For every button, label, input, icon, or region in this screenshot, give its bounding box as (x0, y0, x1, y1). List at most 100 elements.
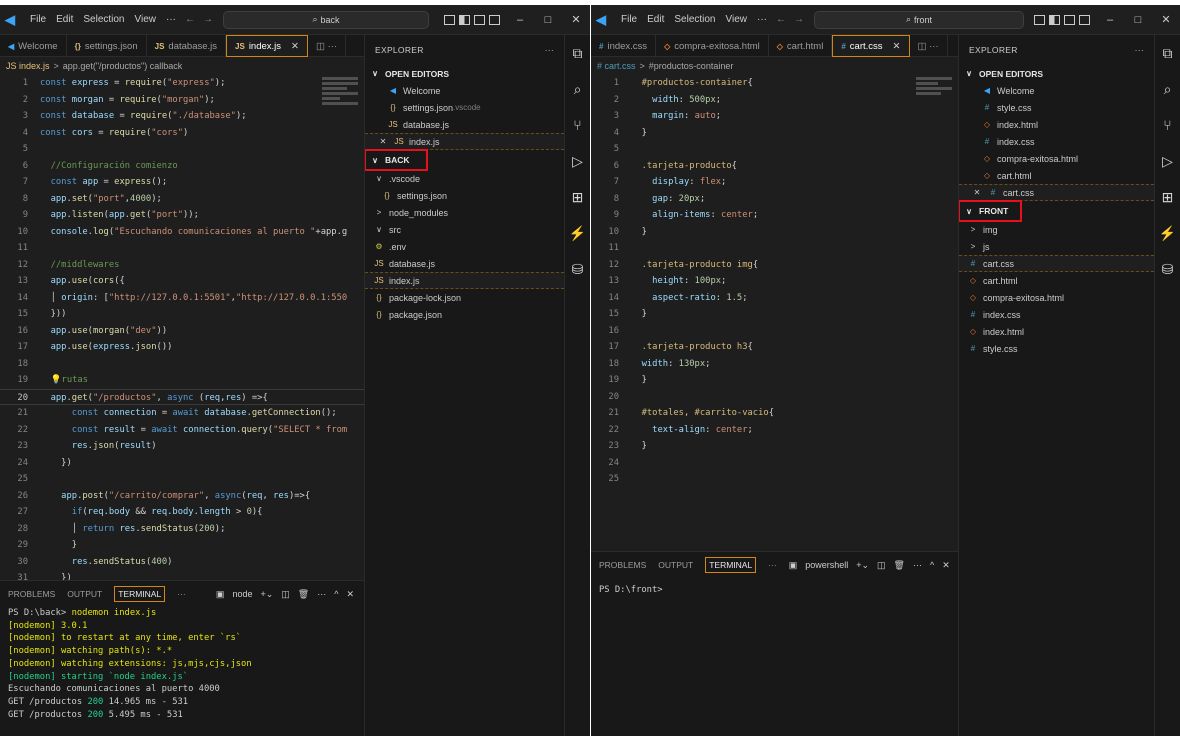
split-terminal-icon[interactable]: ◫ (281, 589, 290, 600)
maximize-panel-icon[interactable]: ^ (334, 589, 338, 599)
lightning-icon[interactable]: ⚡ (1155, 215, 1180, 251)
maximize-panel-icon[interactable]: ^ (930, 560, 934, 570)
tab-terminal[interactable]: TERMINAL (114, 586, 166, 602)
breadcrumb-file[interactable]: JS index.js (6, 61, 50, 71)
terminal-shell-name[interactable]: node (232, 589, 252, 599)
maximize-icon[interactable]: □ (1124, 14, 1152, 26)
maximize-icon[interactable]: □ (534, 14, 562, 26)
extensions-icon[interactable]: ⊞ (565, 179, 590, 215)
trash-icon[interactable]: 🗑 (894, 560, 905, 571)
close-panel-icon[interactable]: ✕ (942, 560, 950, 571)
menu-selection[interactable]: Selection (669, 14, 720, 25)
close-icon[interactable]: ✕ (1152, 13, 1180, 26)
toggle-sidebar-icon[interactable] (1034, 14, 1045, 25)
minimap[interactable] (322, 75, 358, 115)
open-editor-item[interactable]: ◇ cart.html (959, 167, 1154, 184)
toggle-panel-icon[interactable] (459, 14, 470, 25)
tree-item[interactable]: > js (959, 238, 1154, 255)
source-control-icon[interactable]: ⑂ (1155, 107, 1180, 143)
panel-more[interactable]: ··· (768, 560, 777, 570)
tree-item[interactable]: {} settings.json (365, 187, 564, 204)
back-arrow-icon[interactable]: ← (772, 14, 790, 25)
tree-item[interactable]: ∨ .vscode (365, 170, 564, 187)
close-tab-icon[interactable]: ✕ (893, 41, 901, 52)
layout-controls[interactable] (1034, 14, 1090, 25)
more-icon[interactable]: ··· (317, 589, 326, 599)
editor-tab[interactable]: # index.css (591, 35, 657, 57)
customize-layout-icon[interactable] (1079, 14, 1090, 25)
tab-output[interactable]: OUTPUT (658, 560, 693, 570)
menu-edit[interactable]: Edit (51, 14, 78, 25)
menu-view[interactable]: View (130, 14, 162, 25)
open-editor-item[interactable]: # index.css (959, 133, 1154, 150)
tree-item[interactable]: ⚙ .env (365, 238, 564, 255)
search-icon[interactable]: ⌕ (565, 71, 590, 107)
tree-item[interactable]: {} package.json (365, 306, 564, 323)
new-terminal-icon[interactable]: +⌄ (856, 560, 869, 571)
close-icon[interactable]: ✕ (562, 13, 590, 26)
extensions-icon[interactable]: ⊞ (1155, 179, 1180, 215)
menu-file[interactable]: File (25, 14, 51, 25)
open-editor-item[interactable]: # style.css (959, 99, 1154, 116)
panel-more[interactable]: ··· (177, 589, 186, 599)
tree-item[interactable]: # cart.css (959, 255, 1154, 272)
terminal-output[interactable]: PS D:\back> nodemon index.js [nodemon] 3.… (0, 607, 364, 721)
breadcrumb-file[interactable]: # cart.css (597, 61, 636, 71)
tab-problems[interactable]: PROBLEMS (599, 560, 646, 570)
menu-more[interactable]: ··· (161, 14, 181, 25)
minimize-icon[interactable]: – (1096, 14, 1124, 26)
menu-file[interactable]: File (616, 14, 642, 25)
terminal-shell-name[interactable]: powershell (805, 560, 848, 570)
breadcrumb-symbol[interactable]: #productos-container (649, 61, 734, 71)
new-terminal-icon[interactable]: +⌄ (260, 589, 273, 600)
code-editor[interactable]: 1 const express = require("express"); 2 con… (0, 75, 364, 580)
files-icon[interactable]: ⧉ (565, 35, 590, 71)
files-icon[interactable]: ⧉ (1155, 35, 1180, 71)
code-editor[interactable]: 1 #productos-container{2 width: 500px; 3 … (591, 75, 958, 488)
menu-selection[interactable]: Selection (78, 14, 129, 25)
tree-item[interactable]: ∨ src (365, 221, 564, 238)
explorer-more[interactable]: ··· (545, 45, 554, 55)
menu-view[interactable]: View (721, 14, 753, 25)
open-editor-item[interactable]: ◀ Welcome (365, 82, 564, 99)
explorer-more[interactable]: ··· (1135, 45, 1144, 55)
breadcrumb-symbol[interactable]: app.get("/productos") callback (63, 61, 182, 71)
search-icon[interactable]: ⌕ (1155, 71, 1180, 107)
split-terminal-icon[interactable]: ◫ (877, 560, 886, 571)
source-control-icon[interactable]: ⑂ (565, 107, 590, 143)
database-icon[interactable]: ⛁ (1155, 251, 1180, 287)
back-arrow-icon[interactable]: ← (181, 14, 199, 25)
tab-problems[interactable]: PROBLEMS (8, 589, 55, 599)
command-search-input[interactable]: ⌕ back (223, 10, 429, 29)
open-editor-item[interactable]: ◀ Welcome (959, 82, 1154, 99)
toggle-panel-icon[interactable] (1049, 14, 1060, 25)
run-debug-icon[interactable]: ▷ (1155, 143, 1180, 179)
open-editor-item[interactable]: ✕ JS index.js (365, 133, 564, 150)
close-icon[interactable]: ✕ (377, 137, 389, 146)
lightning-icon[interactable]: ⚡ (565, 215, 590, 251)
editor-tab[interactable]: # cart.css ✕ (832, 35, 910, 57)
tree-item[interactable]: # style.css (959, 340, 1154, 357)
tree-item[interactable]: JS index.js (365, 272, 564, 289)
toggle-secondary-icon[interactable] (474, 14, 485, 25)
close-icon[interactable]: ✕ (971, 188, 983, 197)
editor-tab[interactable]: ◀ Welcome (0, 35, 67, 57)
open-editor-item[interactable]: ◇ compra-exitosa.html (959, 150, 1154, 167)
split-editor-icon[interactable]: ◫ ··· (308, 35, 347, 57)
more-icon[interactable]: ··· (913, 560, 922, 570)
tab-output[interactable]: OUTPUT (67, 589, 102, 599)
trash-icon[interactable]: 🗑 (298, 589, 309, 600)
close-panel-icon[interactable]: ✕ (346, 589, 354, 600)
close-tab-icon[interactable]: ✕ (291, 41, 299, 52)
editor-tab[interactable]: {} settings.json (67, 35, 147, 57)
terminal-output[interactable]: PS D:\front> (591, 578, 958, 597)
layout-controls[interactable] (444, 14, 500, 25)
forward-arrow-icon[interactable]: → (199, 14, 217, 25)
folder-header[interactable]: ∨ FRONT (959, 200, 1022, 222)
forward-arrow-icon[interactable]: → (790, 14, 808, 25)
tree-item[interactable]: ◇ compra-exitosa.html (959, 289, 1154, 306)
folder-header[interactable]: ∨ BACK (365, 149, 428, 171)
editor-tab[interactable]: ◇ cart.html (769, 35, 833, 57)
menu-more[interactable]: ··· (752, 14, 772, 25)
open-editors-header[interactable]: ∨ OPEN EDITORS (959, 65, 1154, 82)
